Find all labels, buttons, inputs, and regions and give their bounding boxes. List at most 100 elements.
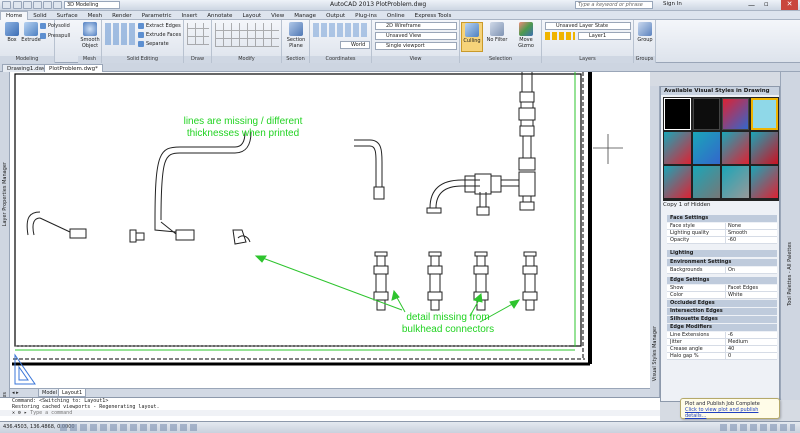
command-input[interactable]: ✕ ⚙ ▸ Type a command xyxy=(0,410,660,416)
minimize-button[interactable]: — xyxy=(748,1,755,9)
modify-panel-title[interactable]: Modify xyxy=(212,56,281,63)
app-menu-button[interactable] xyxy=(2,1,11,9)
modify-tools-icon[interactable] xyxy=(215,23,279,47)
ribbon: Box Extrude Polysolid Presspull Modeling… xyxy=(0,20,800,63)
search-input[interactable]: Type a keyword or phrase xyxy=(575,1,653,9)
presspull-button[interactable]: Presspull xyxy=(40,32,70,40)
drafting-toggles[interactable] xyxy=(60,424,200,431)
face-settings-section[interactable]: Face Settings xyxy=(667,215,777,222)
viewport-dropdown[interactable]: Single viewport xyxy=(375,42,457,50)
new-icon[interactable] xyxy=(13,1,22,9)
view-panel-title[interactable]: View xyxy=(372,56,459,63)
solid-editing-tools-icon[interactable] xyxy=(105,23,135,45)
property-row[interactable]: Opacity -60 xyxy=(667,237,777,244)
layout-tabs: ◂ ▸ Model Layout1 xyxy=(10,388,650,397)
open-icon[interactable] xyxy=(23,1,32,9)
tab-scroll-arrows[interactable]: ◂ ▸ xyxy=(12,390,19,396)
visual-style-thumbnails xyxy=(663,97,779,201)
selection-panel-title[interactable]: Selection xyxy=(460,56,541,63)
property-row[interactable]: Crease angle 40 xyxy=(667,346,777,353)
selection-panel: Culling No Filter Move Gizmo Selection xyxy=(460,20,542,63)
property-row[interactable]: Lighting quality Smooth xyxy=(667,230,777,237)
extrude-button[interactable]: Extrude xyxy=(20,22,42,43)
maximize-button[interactable]: ▫ xyxy=(764,0,769,8)
section-panel-title[interactable]: Section xyxy=(282,56,309,63)
property-row[interactable]: Backgrounds On xyxy=(667,267,777,274)
layer-properties-palette-tab[interactable]: Layer Properties Manager xyxy=(2,162,8,226)
drawing-canvas[interactable]: lines are missing / different thicknesse… xyxy=(10,72,650,388)
edge-modifiers-section[interactable]: Edge Modifiers xyxy=(667,324,777,331)
visual-style-dropdown[interactable]: 2D Wireframe xyxy=(375,22,457,30)
coordinates-panel-title[interactable]: Coordinates xyxy=(310,56,371,63)
redo-icon[interactable] xyxy=(53,1,62,9)
no-filter-button[interactable]: No Filter xyxy=(486,22,508,43)
layer-state-dropdown[interactable]: Unsaved Layer State xyxy=(545,22,631,30)
occluded-edges-section[interactable]: Occluded Edges xyxy=(667,300,777,307)
visual-style-thumbnail[interactable] xyxy=(664,132,691,164)
visual-style-thumbnail[interactable] xyxy=(722,98,749,130)
close-button[interactable]: ✕ xyxy=(781,0,798,10)
sign-in-button[interactable]: Sign In xyxy=(663,1,682,7)
layers-panel-title[interactable]: Layers xyxy=(542,56,633,63)
layer-tools-icon[interactable] xyxy=(545,32,575,40)
named-view-dropdown[interactable]: Unsaved View xyxy=(375,32,457,40)
solid-editing-panel-title[interactable]: Solid Editing xyxy=(102,56,183,63)
ucs-tools-icon[interactable] xyxy=(313,23,369,37)
draw-tools-icon[interactable] xyxy=(187,23,209,45)
separate-icon xyxy=(138,40,144,47)
undo-icon[interactable] xyxy=(43,1,52,9)
edge-settings-section[interactable]: Edge Settings xyxy=(667,277,777,284)
extract-edges-button[interactable]: Extract Edges xyxy=(138,22,181,30)
modify-panel: Modify xyxy=(212,20,282,63)
visual-style-thumbnail[interactable] xyxy=(722,166,749,198)
visual-style-thumbnail[interactable] xyxy=(751,132,778,164)
polysolid-button[interactable]: Polysolid xyxy=(40,22,70,30)
culling-button[interactable]: Culling xyxy=(461,22,483,52)
property-row[interactable]: Face style None xyxy=(667,223,777,230)
property-row[interactable]: Line Extensions -6 xyxy=(667,332,777,339)
property-row[interactable]: Halo gap % 0 xyxy=(667,353,777,360)
plot-details-link[interactable]: Click to view plot and publish details..… xyxy=(685,407,775,419)
separate-button[interactable]: Separate xyxy=(138,40,169,48)
polysolid-icon xyxy=(40,22,46,29)
tab-layout1[interactable]: Layout1 xyxy=(58,389,87,397)
intersection-edges-section[interactable]: Intersection Edges xyxy=(667,308,777,315)
property-row[interactable]: Jitter Medium xyxy=(667,339,777,346)
plot-complete-notification[interactable]: Plot and Publish Job Complete Click to v… xyxy=(680,398,780,419)
layer-dropdown[interactable]: Layer1 xyxy=(578,32,631,40)
workspace-dropdown[interactable]: 3D Modeling xyxy=(64,1,120,9)
extrude-faces-button[interactable]: Extrude Faces xyxy=(138,31,181,39)
visual-styles-palette-tab[interactable]: Visual Styles Manager xyxy=(652,326,658,381)
mesh-panel-title[interactable]: Mesh xyxy=(78,56,101,63)
lighting-section[interactable]: Lighting xyxy=(667,250,777,257)
visual-style-thumbnail[interactable] xyxy=(693,166,720,198)
property-row[interactable]: Color White xyxy=(667,292,777,299)
modeling-panel-title[interactable]: Modeling xyxy=(0,56,54,63)
visual-style-thumbnail[interactable] xyxy=(751,166,778,198)
group-button[interactable]: Group xyxy=(634,22,656,43)
status-tray-icons[interactable] xyxy=(720,424,795,431)
visual-style-thumbnail[interactable] xyxy=(722,132,749,164)
silhouette-edges-section[interactable]: Silhouette Edges xyxy=(667,316,777,323)
section-plane-button[interactable]: Section Plane xyxy=(285,22,307,49)
visual-style-thumbnail[interactable] xyxy=(693,132,720,164)
visual-style-thumbnail[interactable] xyxy=(664,166,691,198)
property-row[interactable]: Show Facet Edges xyxy=(667,285,777,292)
solid-editing-panel: Extract Edges Extrude Faces Separate Sol… xyxy=(102,20,184,63)
ribbon-tab-home[interactable]: Home xyxy=(0,11,29,20)
crosshair-cursor xyxy=(593,134,623,164)
environment-settings-section[interactable]: Environment Settings xyxy=(667,259,777,266)
visual-style-thumbnail[interactable] xyxy=(664,98,691,130)
draw-panel-title[interactable]: Draw xyxy=(184,56,211,63)
move-gizmo-button[interactable]: Move Gizmo xyxy=(512,22,540,49)
doc-tab-plotproblem[interactable]: PlotProblem.dwg* xyxy=(44,64,103,72)
groups-panel-title[interactable]: Groups xyxy=(634,56,655,63)
smooth-object-button[interactable]: Smooth Object xyxy=(79,22,101,49)
visual-style-thumbnail-selected[interactable] xyxy=(751,98,778,130)
visual-style-thumbnail[interactable] xyxy=(693,98,720,130)
save-icon[interactable] xyxy=(33,1,42,9)
section-plane-icon xyxy=(289,22,303,36)
culling-icon xyxy=(465,23,479,37)
ucs-dropdown[interactable]: World xyxy=(340,41,370,49)
tool-palettes-tab[interactable]: Tool Palettes - All Palettes xyxy=(787,242,793,306)
